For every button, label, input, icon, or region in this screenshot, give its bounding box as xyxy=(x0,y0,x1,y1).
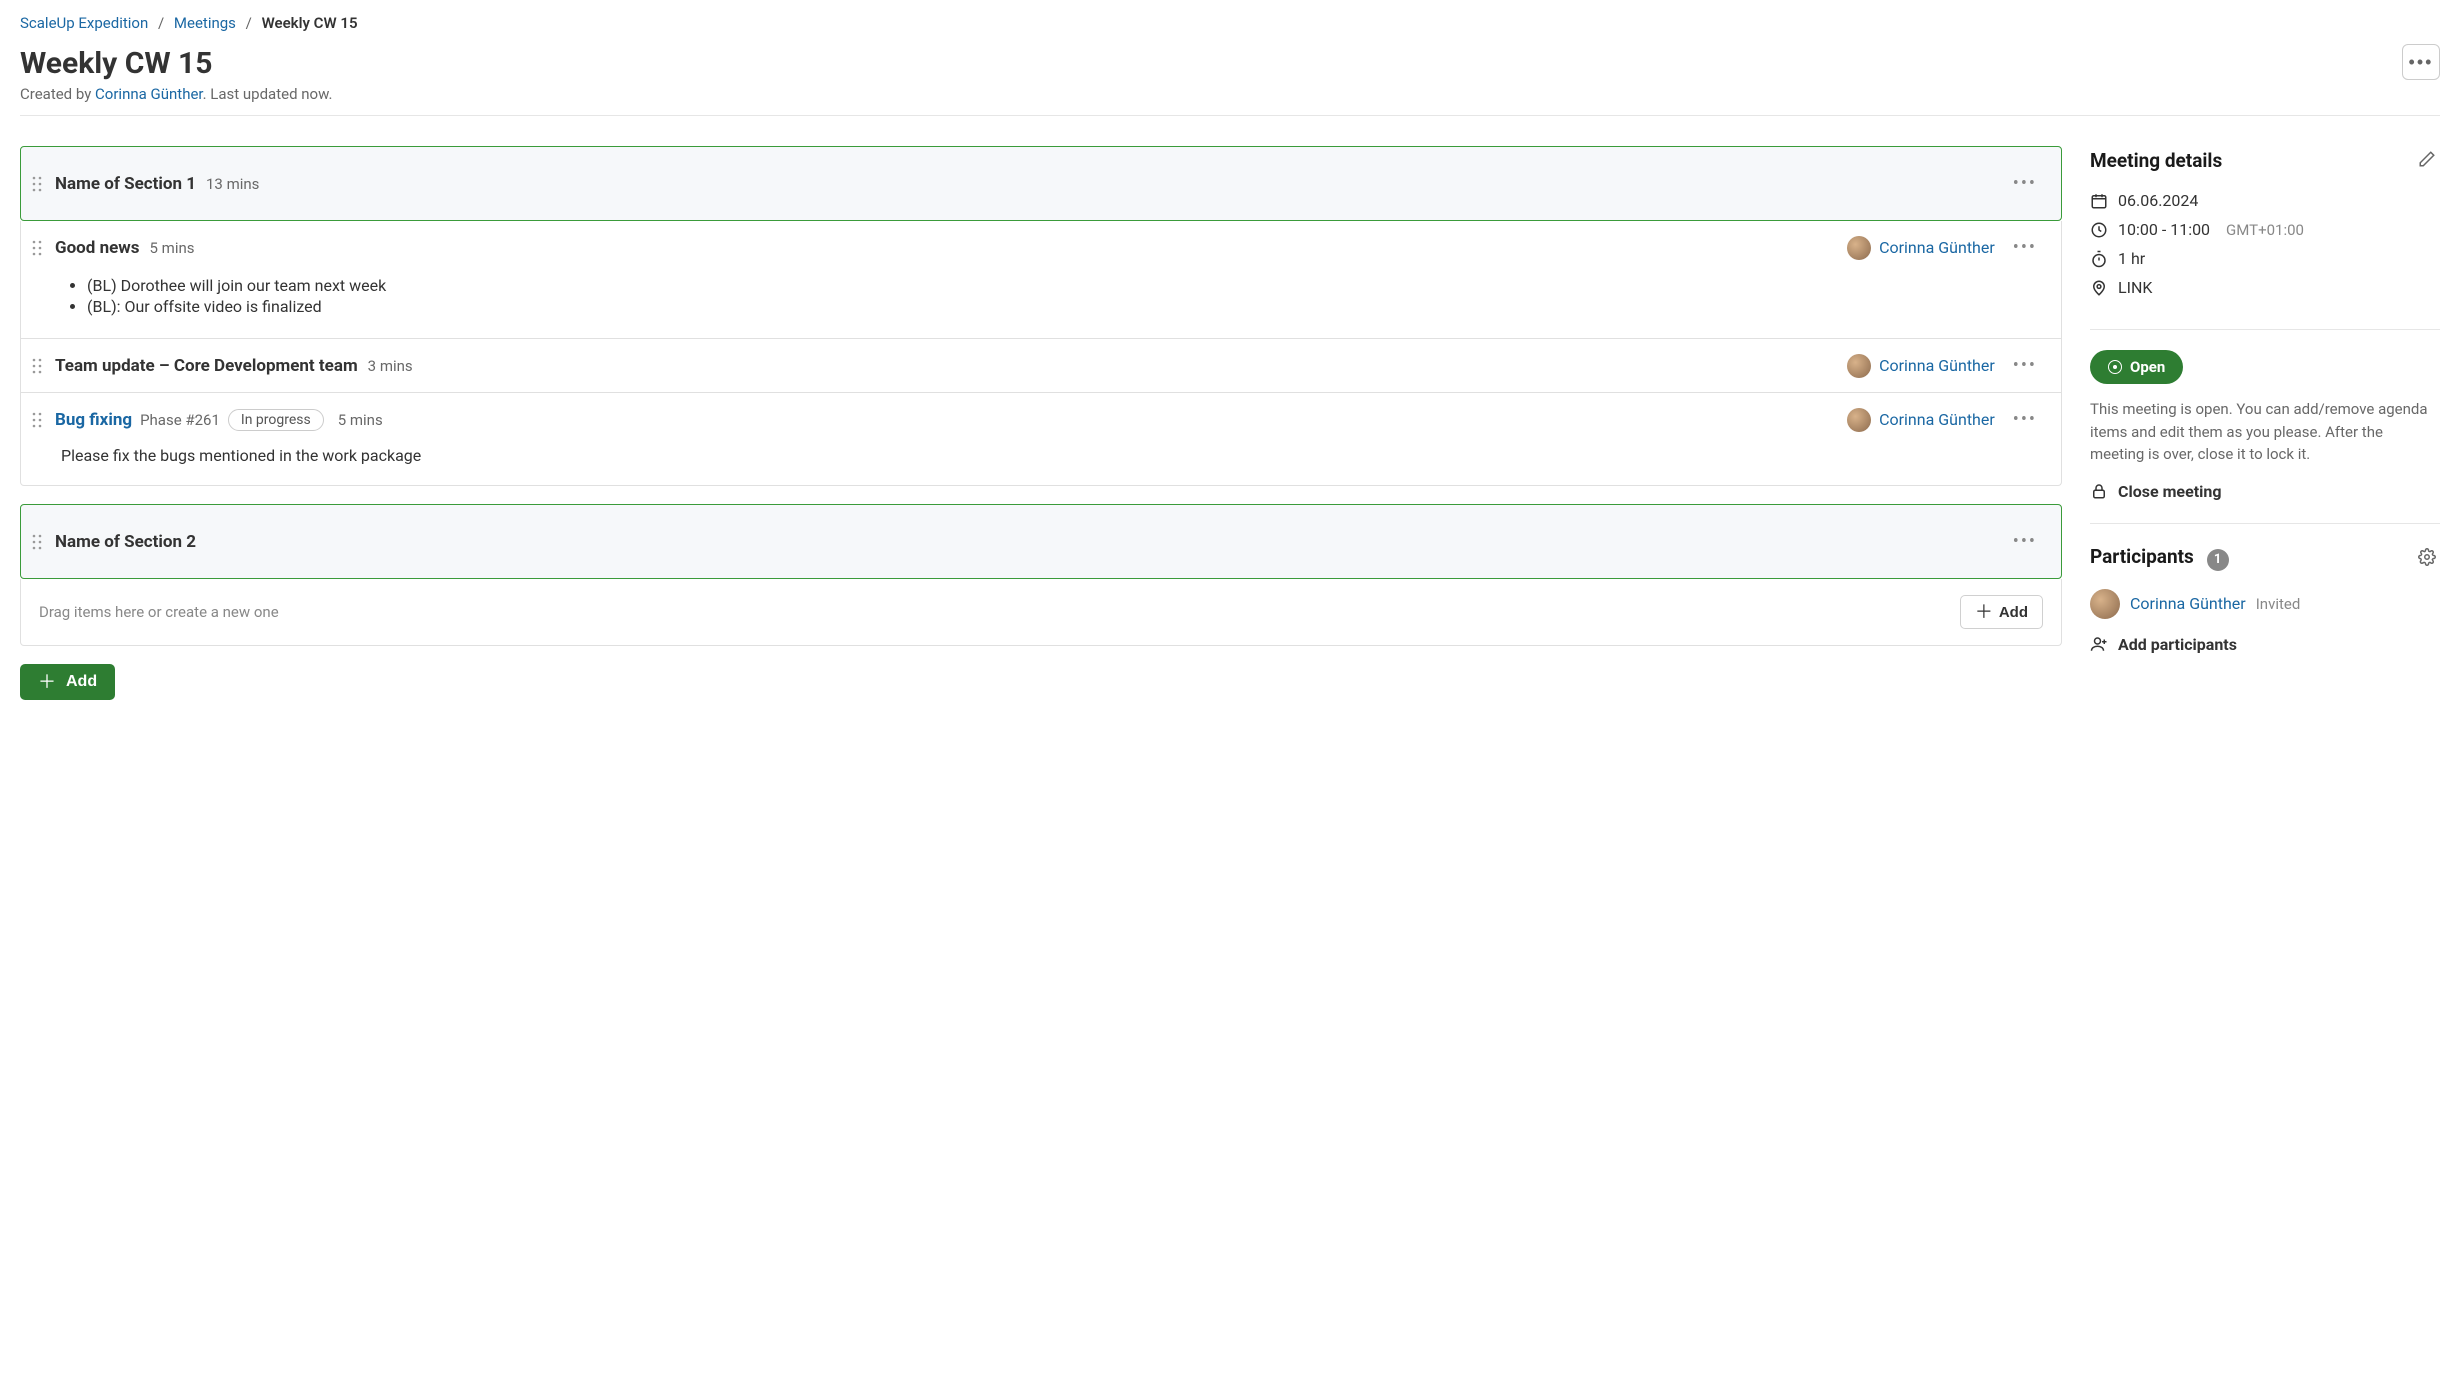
breadcrumb: ScaleUp Expedition / Meetings / Weekly C… xyxy=(20,14,2440,32)
presenter-link[interactable]: Corinna Günther xyxy=(1879,410,1995,429)
detail-date: 06.06.2024 xyxy=(2090,191,2440,210)
plus-icon: ＋ xyxy=(38,673,56,691)
agenda-section: Name of Section 1 13 mins ••• xyxy=(20,146,2062,221)
section-title: Name of Section 1 xyxy=(55,174,196,194)
meeting-details-heading: Meeting details xyxy=(2090,149,2414,172)
presenter-link[interactable]: Corinna Günther xyxy=(1879,356,1995,375)
state-text: This meeting is open. You can add/remove… xyxy=(2090,398,2440,466)
page-title: Weekly CW 15 xyxy=(20,46,2402,81)
participant-status: Invited xyxy=(2256,595,2301,613)
breadcrumb-parent[interactable]: Meetings xyxy=(174,14,236,32)
edit-details-button[interactable] xyxy=(2414,146,2440,175)
dropzone-placeholder: Drag items here or create a new one xyxy=(39,603,279,621)
page-subtitle: Created by Corinna Günther. Last updated… xyxy=(20,85,2402,103)
avatar xyxy=(1847,236,1871,260)
breadcrumb-current: Weekly CW 15 xyxy=(262,14,358,32)
author-link[interactable]: Corinna Günther xyxy=(95,85,203,103)
location-icon xyxy=(2090,279,2108,297)
agenda-item: Team update – Core Development team 3 mi… xyxy=(20,339,2062,393)
close-meeting-button[interactable]: Close meeting xyxy=(2090,482,2440,501)
item-note: (BL) Dorothee will join our team next we… xyxy=(87,276,2041,295)
avatar xyxy=(1847,408,1871,432)
item-body: Please fix the bugs mentioned in the wor… xyxy=(21,446,2061,485)
meeting-details: Meeting details 06.06.2024 10:00 - 11:00… xyxy=(2090,146,2440,330)
breadcrumb-sep: / xyxy=(246,14,252,32)
state-badge: Open xyxy=(2090,350,2183,384)
clock-icon xyxy=(2090,221,2108,239)
participant-row: Corinna Günther Invited xyxy=(2090,589,2440,619)
lock-icon xyxy=(2090,482,2108,500)
section-title: Name of Section 2 xyxy=(55,532,196,552)
item-duration: 5 mins xyxy=(338,411,383,429)
item-title-link[interactable]: Bug fixing xyxy=(55,410,132,430)
open-dot-icon xyxy=(2108,360,2122,374)
agenda-section: Name of Section 2 ••• xyxy=(20,504,2062,579)
participants-settings-button[interactable] xyxy=(2414,544,2440,573)
add-participants-button[interactable]: Add participants xyxy=(2090,635,2440,654)
status-chip: In progress xyxy=(228,409,324,431)
more-icon: ••• xyxy=(2409,52,2434,73)
avatar xyxy=(1847,354,1871,378)
participant-count-badge: 1 xyxy=(2207,549,2229,571)
breadcrumb-project[interactable]: ScaleUp Expedition xyxy=(20,14,148,32)
item-more-button[interactable]: ••• xyxy=(2005,351,2045,380)
item-title: Team update – Core Development team xyxy=(55,356,358,376)
detail-time: 10:00 - 11:00 GMT+01:00 xyxy=(2090,220,2440,239)
sidebar: Meeting details 06.06.2024 10:00 - 11:00… xyxy=(2090,146,2440,696)
dropzone[interactable]: Drag items here or create a new one ＋ Ad… xyxy=(20,579,2062,646)
page-more-button[interactable]: ••• xyxy=(2402,44,2440,80)
item-note: (BL): Our offsite video is finalized xyxy=(87,297,2041,316)
section-more-button[interactable]: ••• xyxy=(2005,527,2045,556)
gear-icon xyxy=(2418,548,2436,566)
agenda-item: Good news 5 mins Corinna Günther ••• (BL… xyxy=(20,221,2062,339)
add-button[interactable]: ＋ Add xyxy=(20,664,115,700)
pencil-icon xyxy=(2418,150,2436,168)
calendar-icon xyxy=(2090,192,2108,210)
detail-duration: 1 hr xyxy=(2090,249,2440,268)
add-item-inline-button[interactable]: ＋ Add xyxy=(1960,595,2043,629)
item-more-button[interactable]: ••• xyxy=(2005,405,2045,434)
item-phase: Phase #261 xyxy=(140,411,220,429)
item-more-button[interactable]: ••• xyxy=(2005,233,2045,262)
participants-section: Participants 1 Corinna Günther Invited A… xyxy=(2090,544,2440,676)
participants-heading: Participants 1 xyxy=(2090,545,2414,571)
section-more-button[interactable]: ••• xyxy=(2005,169,2045,198)
item-body: (BL) Dorothee will join our team next we… xyxy=(21,276,2061,338)
item-title: Good news xyxy=(55,238,140,258)
drag-handle-icon[interactable] xyxy=(29,358,45,374)
agenda-item: Bug fixing Phase #261 In progress 5 mins… xyxy=(20,393,2062,486)
breadcrumb-sep: / xyxy=(158,14,164,32)
drag-handle-icon[interactable] xyxy=(29,412,45,428)
section-duration: 13 mins xyxy=(206,175,259,193)
participant-link[interactable]: Corinna Günther xyxy=(2130,594,2246,613)
item-duration: 5 mins xyxy=(150,239,195,257)
detail-location: LINK xyxy=(2090,278,2440,297)
drag-handle-icon[interactable] xyxy=(29,240,45,256)
add-person-icon xyxy=(2090,635,2108,653)
drag-handle-icon[interactable] xyxy=(29,176,45,192)
detail-tz: GMT+01:00 xyxy=(2226,221,2304,239)
drag-handle-icon[interactable] xyxy=(29,534,45,550)
agenda-main: Name of Section 1 13 mins ••• Good news … xyxy=(20,146,2062,700)
plus-icon: ＋ xyxy=(1975,603,1993,621)
presenter-link[interactable]: Corinna Günther xyxy=(1879,238,1995,257)
meeting-state: Open This meeting is open. You can add/r… xyxy=(2090,350,2440,524)
item-duration: 3 mins xyxy=(368,357,413,375)
avatar xyxy=(2090,589,2120,619)
stopwatch-icon xyxy=(2090,250,2108,268)
